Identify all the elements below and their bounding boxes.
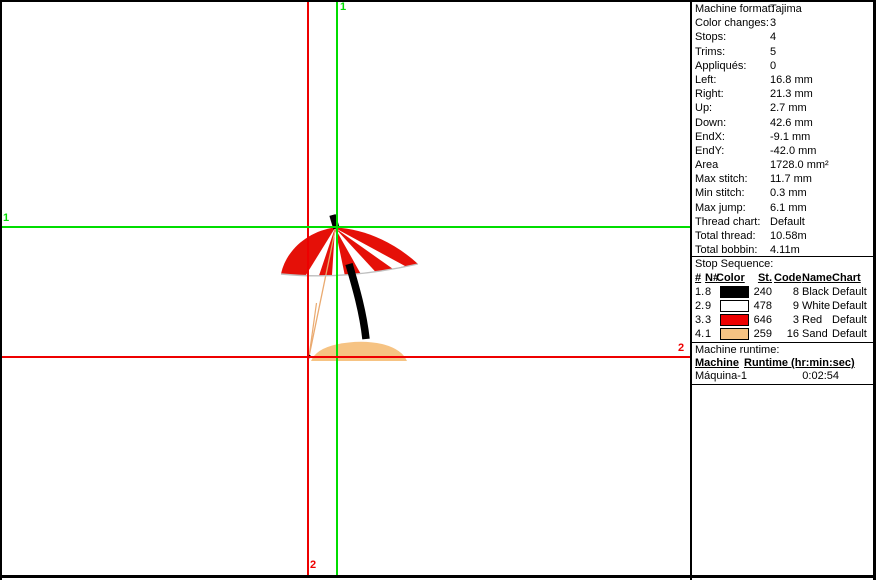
divider (692, 384, 873, 385)
marker-2-bottom: 2 (310, 560, 316, 571)
stat-color-changes: Color changes:3 (692, 16, 873, 30)
stat-thread-chart: Thread chart:Default (692, 215, 873, 229)
runtime-row[interactable]: Máquina-1 0:02:54 (692, 370, 873, 383)
divider (692, 342, 873, 343)
stat-appliques: Appliqués:0 (692, 59, 873, 73)
window-border-bottom (0, 575, 876, 578)
stat-endx: EndX:-9.1 mm (692, 130, 873, 144)
guide-line-vertical-2[interactable] (307, 2, 309, 575)
runtime-header: Machine Runtime (hr:min:sec) (692, 357, 873, 370)
marker-1-top: 1 (340, 2, 346, 13)
embroidery-design-window: 1 1 2 2 Machine format:Tajima Color chan… (0, 0, 876, 580)
window-border-left (0, 0, 2, 580)
stat-right: Right:21.3 mm (692, 87, 873, 101)
stat-endy: EndY:-42.0 mm (692, 144, 873, 158)
stop-sequence-header: # N# Color St. Code Name Chart (692, 272, 873, 286)
stat-left: Left:16.8 mm (692, 73, 873, 87)
stat-stops: Stops:4 (692, 30, 873, 44)
machine-stats-list: Machine format:Tajima Color changes:3 St… (692, 2, 873, 257)
stat-trims: Trims:5 (692, 45, 873, 59)
stat-area: Area1728.0 mm² (692, 158, 873, 172)
guide-line-horizontal-1[interactable] (2, 226, 690, 228)
marker-1-left: 1 (3, 213, 9, 224)
stop-sequence-title: Stop Sequence: (695, 258, 773, 270)
stop-row-4[interactable]: 4. 1 259 16 Sand Default (692, 328, 873, 342)
marker-2-right: 2 (678, 343, 684, 354)
design-info-panel: Machine format:Tajima Color changes:3 St… (692, 0, 873, 575)
stat-total-thread: Total thread:10.58m (692, 229, 873, 243)
stat-min-stitch: Min stitch:0.3 mm (692, 186, 873, 200)
stat-up: Up:2.7 mm (692, 101, 873, 115)
divider (692, 256, 873, 257)
stat-machine-format: Machine format:Tajima (692, 2, 873, 16)
stop-row-3[interactable]: 3. 3 646 3 Red Default (692, 314, 873, 328)
guide-line-vertical-1[interactable] (336, 2, 338, 575)
stat-max-stitch: Max stitch:11.7 mm (692, 172, 873, 186)
panel-divider (690, 0, 692, 580)
stat-down: Down:42.6 mm (692, 116, 873, 130)
guide-line-horizontal-2[interactable] (2, 356, 690, 358)
stat-max-jump: Max jump:6.1 mm (692, 201, 873, 215)
stop-row-2[interactable]: 2. 9 478 9 White Default (692, 300, 873, 314)
window-border-top (0, 0, 876, 2)
stop-row-1[interactable]: 1. 8 240 8 Black Default (692, 286, 873, 300)
machine-runtime-title: Machine runtime: (695, 344, 779, 356)
design-canvas[interactable] (2, 2, 690, 575)
